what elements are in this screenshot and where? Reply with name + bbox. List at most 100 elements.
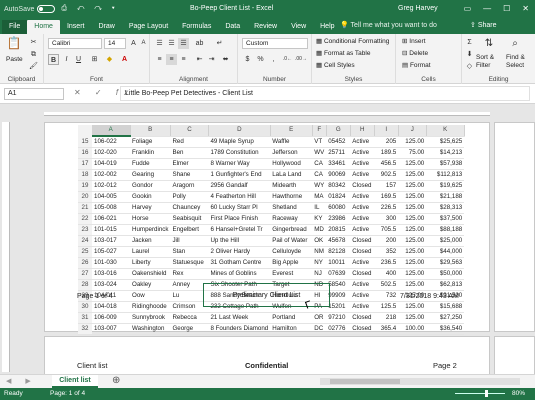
table-cell[interactable]: $27,250 — [426, 312, 465, 324]
table-cell[interactable]: $112,813 — [426, 169, 465, 181]
copy-icon[interactable]: ⧉ — [28, 49, 39, 60]
table-cell[interactable]: Mines of Goblins — [208, 268, 271, 280]
table-cell[interactable]: 60 Lucky Starr Pl — [208, 202, 271, 214]
table-cell[interactable]: VT — [312, 136, 327, 148]
insert-cells-button[interactable]: ⊞ Insert — [402, 37, 426, 45]
table-row[interactable]: 15 106-022 Foliage Red 49 Maple Syrup Waffle V… — [78, 136, 465, 148]
row-header[interactable]: 18 — [78, 169, 92, 181]
table-cell[interactable]: 05452 — [326, 136, 351, 148]
table-cell[interactable]: 226.5 — [374, 202, 399, 214]
table-cell[interactable]: 102-012 — [92, 180, 130, 192]
table-cell[interactable]: 82128 — [326, 246, 351, 258]
table-cell[interactable]: 97210 — [326, 312, 351, 324]
table-row[interactable]: 26 101-030 Liberty Statuesque 31 Gotham Cent… — [78, 257, 465, 269]
table-cell[interactable]: Horse — [130, 213, 171, 225]
table-cell[interactable]: $29,563 — [426, 257, 465, 269]
table-cell[interactable]: 125.00 — [398, 268, 427, 280]
table-cell[interactable]: 125.00 — [398, 257, 427, 269]
format-cells-button[interactable]: ▤ Format — [402, 61, 431, 69]
find-select-label[interactable]: Find & Select — [506, 54, 534, 70]
table-cell[interactable]: Stan — [170, 246, 209, 258]
table-cell[interactable]: Jefferson — [270, 147, 313, 159]
increase-indent-icon[interactable]: ⇥ — [206, 54, 217, 65]
table-cell[interactable]: LaLa Land — [270, 169, 313, 181]
row-header[interactable]: 27 — [78, 268, 92, 280]
number-format-select[interactable]: Custom — [242, 38, 308, 49]
table-cell[interactable]: 75.00 — [398, 147, 427, 159]
table-cell[interactable]: Closed — [350, 246, 375, 258]
table-cell[interactable]: 01824 — [326, 191, 351, 203]
horizontal-scrollbar[interactable] — [320, 378, 520, 385]
table-cell[interactable]: Closed — [350, 312, 375, 324]
table-row[interactable]: 23 101-015 Humperdinck Engelbert 6 Hansel+Gr… — [78, 224, 465, 236]
row-header[interactable]: 20 — [78, 191, 92, 203]
row-header[interactable]: 16 — [78, 147, 92, 159]
table-cell[interactable]: 104-018 — [92, 301, 130, 313]
table-cell[interactable]: Closed — [350, 268, 375, 280]
font-size-select[interactable]: 14 — [104, 38, 126, 49]
table-cell[interactable]: 6 Hansel+Gretel Tr — [208, 224, 271, 236]
table-cell[interactable]: 300 — [374, 213, 399, 225]
table-cell[interactable]: Active — [350, 136, 375, 148]
table-cell[interactable]: Rex — [170, 268, 209, 280]
row-header[interactable]: 28 — [78, 279, 92, 291]
close-icon[interactable]: ✕ — [522, 4, 529, 13]
table-cell[interactable]: $15,688 — [426, 301, 465, 313]
ribbon-display-icon[interactable]: ▭ — [464, 4, 472, 13]
tell-me-search[interactable]: 💡 Tell me what you want to do — [340, 21, 437, 29]
table-cell[interactable]: 104-005 — [92, 191, 130, 203]
table-cell[interactable]: Midearth — [270, 180, 313, 192]
table-cell[interactable]: CA — [312, 158, 327, 170]
table-cell[interactable]: 125.00 — [398, 235, 427, 247]
table-cell[interactable]: 105-027 — [92, 246, 130, 258]
table-cell[interactable]: 705.5 — [374, 224, 399, 236]
table-cell[interactable]: Active — [350, 213, 375, 225]
tab-draw[interactable]: Draw — [91, 20, 121, 34]
table-cell[interactable]: 103-007 — [92, 323, 130, 335]
table-cell[interactable]: 60080 — [326, 202, 351, 214]
table-cell[interactable]: 100.00 — [398, 323, 427, 335]
row-header[interactable]: 32 — [78, 323, 92, 335]
table-cell[interactable]: $37,500 — [426, 213, 465, 225]
table-cell[interactable]: 80342 — [326, 180, 351, 192]
tab-insert[interactable]: Insert — [60, 20, 92, 34]
table-cell[interactable]: 125.00 — [398, 279, 427, 291]
table-cell[interactable]: $88,188 — [426, 224, 465, 236]
table-cell[interactable]: Liberty — [130, 257, 171, 269]
table-cell[interactable]: Shetland — [270, 202, 313, 214]
table-cell[interactable]: Closed — [350, 323, 375, 335]
table-cell[interactable]: NJ — [312, 268, 327, 280]
table-cell[interactable]: $25,000 — [426, 235, 465, 247]
align-center-icon[interactable]: ≡ — [166, 54, 177, 65]
table-cell[interactable]: Gearing — [130, 169, 171, 181]
table-cell[interactable]: Polly — [170, 191, 209, 203]
column-header-a[interactable]: A — [92, 125, 131, 137]
user-name[interactable]: Greg Harvey — [398, 5, 438, 12]
table-cell[interactable]: 23986 — [326, 213, 351, 225]
table-cell[interactable]: Active — [350, 301, 375, 313]
add-sheet-icon[interactable]: ⊕ — [112, 375, 120, 386]
column-header-d[interactable]: D — [208, 125, 271, 137]
autosum-icon[interactable]: Σ — [464, 37, 475, 48]
table-row[interactable]: 32 103-007 Washington George 8 Founders Diam… — [78, 323, 465, 335]
table-cell[interactable]: 365.4 — [374, 323, 399, 335]
table-cell[interactable]: Everest — [270, 268, 313, 280]
formula-input[interactable]: Little Bo-Peep Pet Detectives - Client L… — [120, 86, 530, 101]
delete-cells-button[interactable]: ⊟ Delete — [402, 49, 428, 57]
row-header[interactable]: 30 — [78, 301, 92, 313]
table-cell[interactable]: Sunnybrook — [130, 312, 171, 324]
sort-filter-icon[interactable]: ⇅ — [482, 38, 496, 52]
table-cell[interactable]: 125.00 — [398, 213, 427, 225]
table-cell[interactable]: Celluloyde — [270, 246, 313, 258]
table-cell[interactable]: KY — [312, 213, 327, 225]
table-cell[interactable]: Active — [350, 191, 375, 203]
table-cell[interactable]: 33461 — [326, 158, 351, 170]
name-box[interactable]: A1 — [4, 88, 64, 100]
table-cell[interactable]: 106-021 — [92, 213, 130, 225]
table-cell[interactable]: Rebecca — [170, 312, 209, 324]
table-cell[interactable]: 400 — [374, 268, 399, 280]
table-cell[interactable]: 02776 — [326, 323, 351, 335]
tab-view[interactable]: View — [284, 20, 313, 34]
sheet-tab-client-list[interactable]: Client list — [52, 375, 98, 388]
table-cell[interactable]: $14,213 — [426, 147, 465, 159]
